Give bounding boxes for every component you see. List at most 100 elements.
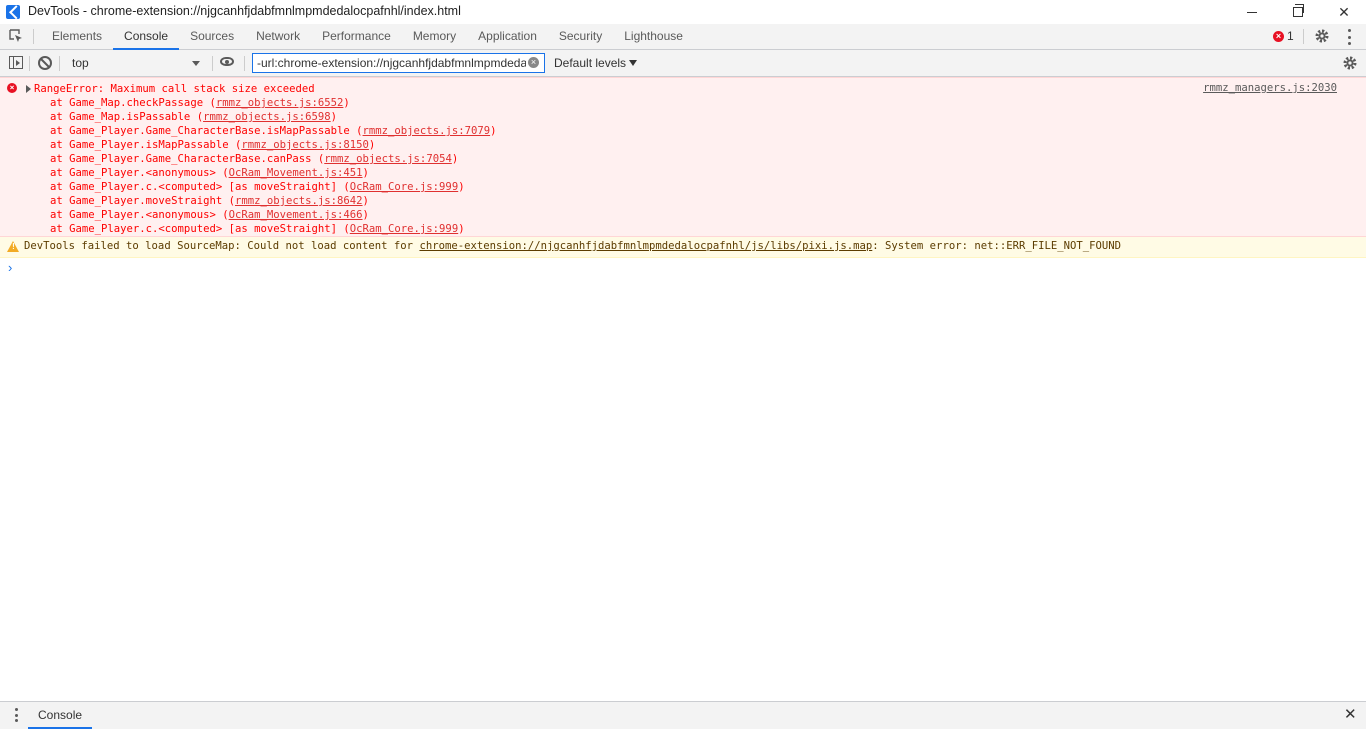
stack-frame: at Game_Map.checkPassage (rmmz_objects.j… [50, 96, 350, 110]
close-drawer-icon[interactable]: ✕ [1344, 707, 1357, 722]
warning-link[interactable]: chrome-extension://njgcanhfjdabfmnlmpmde… [419, 240, 872, 252]
bottom-drawer: Console ✕ [0, 701, 1366, 729]
dropdown-arrow-icon [629, 60, 637, 66]
error-source-link[interactable]: rmmz_managers.js:2030 [1203, 82, 1337, 94]
clear-console-icon[interactable] [38, 56, 52, 70]
stack-frame-function: at Game_Player.moveStraight ( [50, 195, 235, 207]
console-settings-gear-icon[interactable] [1342, 55, 1358, 71]
close-window-button[interactable]: ✕ [1321, 0, 1366, 24]
minimize-button[interactable] [1229, 0, 1275, 24]
stack-frame-function: at Game_Map.checkPassage ( [50, 97, 216, 109]
stack-frame-suffix: ) [458, 181, 465, 193]
error-message: × RangeError: Maximum call stack size ex… [0, 77, 1366, 237]
stack-frame-function: at Game_Player.isMapPassable ( [50, 139, 242, 151]
warning-text: DevTools failed to load SourceMap: Could… [24, 240, 1121, 252]
stack-frame: at Game_Player.Game_CharacterBase.canPas… [50, 152, 458, 166]
context-value: top [72, 56, 89, 70]
stack-frame-function: at Game_Player.Game_CharacterBase.canPas… [50, 153, 325, 165]
inspect-element-icon[interactable] [8, 28, 24, 44]
stack-frame-suffix: ) [343, 97, 350, 109]
stack-frame-function: at Game_Player.<anonymous> ( [50, 167, 229, 179]
console-messages: × RangeError: Maximum call stack size ex… [0, 77, 1366, 275]
stack-frame-function: at Game_Player.Game_CharacterBase.isMapP… [50, 125, 363, 137]
stack-frame: at Game_Player.<anonymous> (OcRam_Moveme… [50, 166, 369, 180]
divider [244, 56, 245, 71]
error-count: 1 [1287, 29, 1294, 43]
tab-memory[interactable]: Memory [402, 24, 467, 49]
panel-tabs: Elements Console Sources Network Performance… [41, 24, 694, 50]
expand-triangle-icon[interactable] [26, 85, 31, 93]
divider [29, 56, 30, 71]
clear-filter-icon[interactable]: × [528, 57, 539, 68]
devtools-icon [6, 5, 20, 19]
stack-frame-link[interactable]: OcRam_Core.js:999 [350, 223, 458, 235]
tab-network[interactable]: Network [245, 24, 311, 49]
sidebar-toggle-icon[interactable] [9, 56, 23, 69]
error-icon: × [1273, 30, 1284, 42]
live-expression-eye-icon[interactable] [220, 57, 234, 66]
error-icon: × [7, 83, 17, 93]
stack-frame: at Game_Player.<anonymous> (OcRam_Moveme… [50, 208, 369, 222]
stack-frame-suffix: ) [458, 223, 465, 235]
tab-sources[interactable]: Sources [179, 24, 245, 49]
error-counter[interactable]: × 1 [1273, 29, 1294, 43]
stack-frame-suffix: ) [490, 125, 497, 137]
main-tab-bar: Elements Console Sources Network Performance… [0, 24, 1366, 50]
stack-frame: at Game_Player.isMapPassable (rmmz_objec… [50, 138, 375, 152]
tab-security[interactable]: Security [548, 24, 613, 49]
settings-gear-icon[interactable] [1314, 28, 1330, 44]
stack-frame-link[interactable]: OcRam_Core.js:999 [350, 181, 458, 193]
tab-lighthouse[interactable]: Lighthouse [613, 24, 694, 49]
filter-input[interactable] [252, 53, 545, 73]
stack-frame-function: at Game_Player.c.<computed> [as moveStra… [50, 223, 350, 235]
dropdown-arrow-icon [192, 61, 200, 66]
tab-performance[interactable]: Performance [311, 24, 402, 49]
stack-frame-suffix: ) [362, 209, 369, 221]
warning-icon [7, 241, 19, 252]
divider [33, 29, 34, 44]
warning-prefix: DevTools failed to load SourceMap: Could… [24, 240, 420, 252]
stack-frame-function: at Game_Player.c.<computed> [as moveStra… [50, 181, 350, 193]
stack-frame-link[interactable]: OcRam_Movement.js:466 [229, 209, 363, 221]
restore-icon [1293, 4, 1304, 17]
stack-frame: at Game_Player.moveStraight (rmmz_object… [50, 194, 369, 208]
stack-frame-suffix: ) [362, 167, 369, 179]
stack-frame-link[interactable]: OcRam_Movement.js:451 [229, 167, 363, 179]
stack-frame-link[interactable]: rmmz_objects.js:8642 [235, 195, 363, 207]
drawer-menu-icon[interactable] [14, 708, 18, 722]
error-text[interactable]: RangeError: Maximum call stack size exce… [34, 82, 315, 96]
stack-frame-link[interactable]: rmmz_objects.js:7054 [324, 153, 452, 165]
stack-frame: at Game_Map.isPassable (rmmz_objects.js:… [50, 110, 337, 124]
minimize-icon [1247, 11, 1257, 13]
stack-frame-function: at Game_Player.<anonymous> ( [50, 209, 229, 221]
console-toolbar: top × Default levels [0, 50, 1366, 77]
warning-message: DevTools failed to load SourceMap: Could… [0, 237, 1366, 258]
more-options-icon[interactable] [1347, 29, 1351, 45]
close-icon: ✕ [1338, 3, 1350, 20]
title-bar: DevTools - chrome-extension://njgcanhfjd… [0, 0, 1366, 24]
stack-frame-suffix: ) [368, 139, 376, 151]
tab-elements[interactable]: Elements [41, 24, 113, 49]
stack-frame-link[interactable]: rmmz_objects.js:8150 [241, 139, 369, 151]
divider [59, 56, 60, 71]
stack-frame-link[interactable]: rmmz_objects.js:6552 [216, 97, 344, 109]
restore-button[interactable] [1275, 0, 1321, 24]
stack-frame-suffix: ) [330, 111, 338, 123]
context-selector[interactable]: top [66, 54, 206, 72]
drawer-tab-console[interactable]: Console [28, 702, 93, 729]
stack-frame: at Game_Player.c.<computed> [as moveStra… [50, 222, 465, 236]
divider [212, 56, 213, 71]
console-prompt[interactable]: › [8, 260, 12, 275]
stack-frame-function: at Game_Map.isPassable ( [50, 111, 204, 123]
log-levels-dropdown[interactable]: Default levels [554, 56, 626, 70]
stack-frame-suffix: ) [362, 195, 369, 207]
stack-frame: at Game_Player.c.<computed> [as moveStra… [50, 180, 465, 194]
stack-frame: at Game_Player.Game_CharacterBase.isMapP… [50, 124, 496, 138]
divider [1303, 29, 1304, 44]
stack-frame-suffix: ) [451, 153, 459, 165]
stack-frame-link[interactable]: rmmz_objects.js:6598 [203, 111, 331, 123]
warning-suffix: : System error: net::ERR_FILE_NOT_FOUND [872, 240, 1122, 252]
tab-application[interactable]: Application [467, 24, 548, 49]
tab-console[interactable]: Console [113, 24, 180, 50]
stack-frame-link[interactable]: rmmz_objects.js:7079 [363, 125, 491, 137]
